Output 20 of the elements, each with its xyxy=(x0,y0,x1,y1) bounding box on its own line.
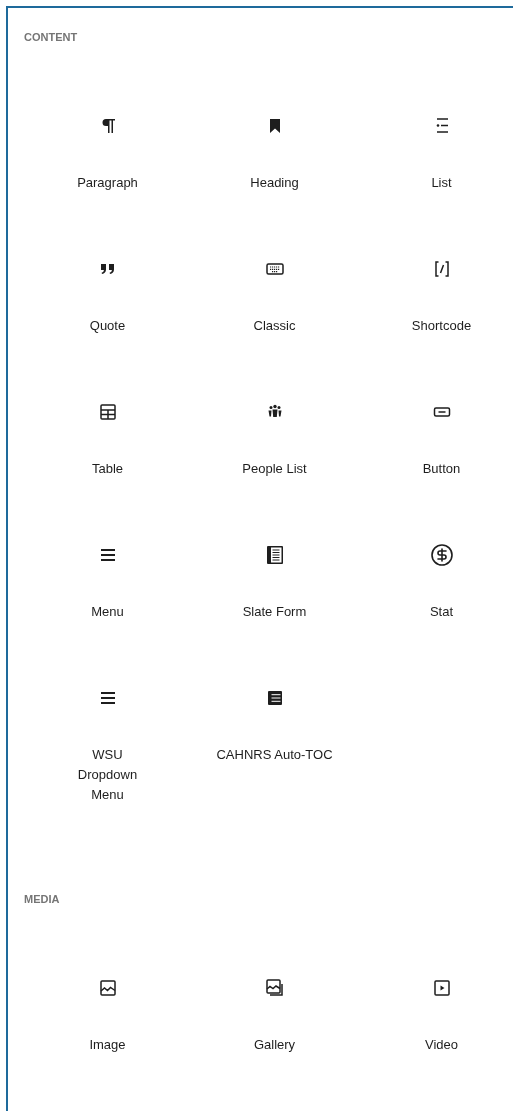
section-heading: MEDIA xyxy=(24,892,61,907)
block-label[interactable]: Table xyxy=(91,459,124,479)
block-label[interactable]: Classic xyxy=(253,316,296,336)
block-label[interactable]: Gallery xyxy=(253,1035,296,1055)
section-heading: CONTENT xyxy=(24,30,79,45)
block-label[interactable]: Stat xyxy=(429,602,454,622)
block-label[interactable]: Heading xyxy=(250,173,299,193)
block-label[interactable]: Image xyxy=(89,1035,126,1055)
block-label[interactable]: Shortcode xyxy=(411,316,472,336)
block-label[interactable]: List xyxy=(431,173,452,193)
block-label[interactable]: WSU Dropdown Menu xyxy=(77,745,138,805)
dollar-circle-icon[interactable] xyxy=(429,543,454,567)
block-label[interactable]: Slate Form xyxy=(242,602,307,622)
block-label[interactable]: Menu xyxy=(91,602,124,622)
block-label[interactable]: Button xyxy=(422,459,461,479)
block-label[interactable]: People List xyxy=(242,459,307,479)
block-label[interactable]: Video xyxy=(425,1035,458,1055)
block-label[interactable]: Paragraph xyxy=(77,173,138,193)
block-label[interactable]: CAHNRS Auto-TOC xyxy=(216,745,333,765)
block-label[interactable]: Quote xyxy=(89,316,126,336)
